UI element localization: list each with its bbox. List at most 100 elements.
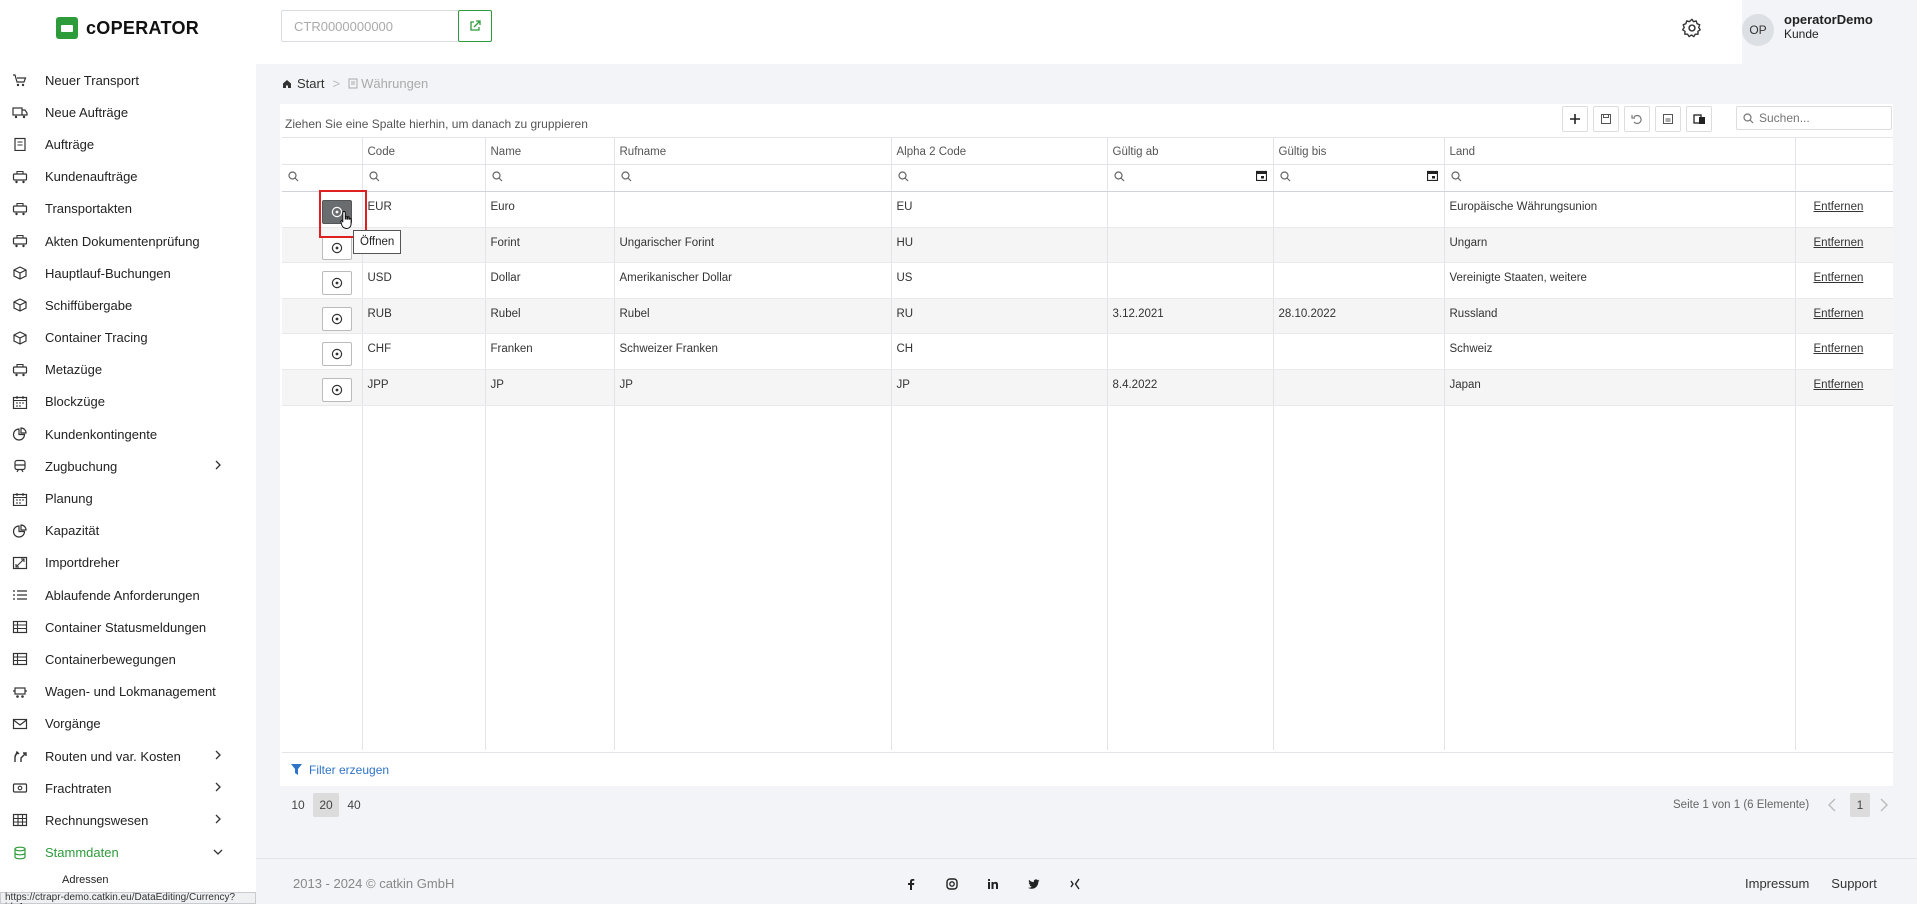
app-logo[interactable]: cOPERATOR: [56, 17, 199, 39]
cell-rufname[interactable]: Rubel: [613, 298, 891, 335]
sidebar-item-akten-dokumentenprüfung[interactable]: Akten Dokumentenprüfung: [0, 225, 256, 257]
cell-rufname[interactable]: JP: [613, 369, 891, 406]
cell-land[interactable]: Ungarn: [1443, 227, 1795, 264]
filter-builder[interactable]: Filter erzeugen: [282, 752, 1893, 786]
sidebar-item-kundenaufträge[interactable]: Kundenaufträge: [0, 161, 256, 193]
undo-button[interactable]: [1624, 106, 1650, 132]
cell-rufname[interactable]: Amerikanischer Dollar: [613, 262, 891, 299]
sidebar-item-zugbuchung[interactable]: Zugbuchung: [0, 450, 256, 482]
cell-code[interactable]: RUB: [361, 298, 485, 335]
sidebar-subitem-adressen[interactable]: Adressen: [0, 869, 256, 891]
column-header-alpha2[interactable]: Alpha 2 Code: [890, 137, 1107, 165]
settings-button[interactable]: [1681, 17, 1703, 39]
cell-land[interactable]: Japan: [1443, 369, 1795, 406]
sidebar-item-aufträge[interactable]: Aufträge: [0, 128, 256, 160]
column-header-name[interactable]: Name: [484, 137, 614, 165]
sidebar-item-rechnungswesen[interactable]: Rechnungswesen: [0, 804, 256, 836]
cell-name[interactable]: Forint: [484, 227, 614, 264]
cell-to[interactable]: [1272, 191, 1444, 228]
support-link[interactable]: Support: [1831, 876, 1877, 891]
page-size-20[interactable]: 20: [313, 793, 339, 817]
cell-land[interactable]: Europäische Währungsunion: [1443, 191, 1795, 228]
grid-search-input[interactable]: [1759, 111, 1879, 125]
impressum-link[interactable]: Impressum: [1745, 876, 1809, 891]
cell-from[interactable]: 8.4.2022: [1106, 369, 1273, 406]
cell-name[interactable]: Rubel: [484, 298, 614, 335]
filter-cell-name[interactable]: [484, 164, 614, 192]
save-button[interactable]: [1593, 106, 1619, 132]
sidebar-item-vorgänge[interactable]: Vorgänge: [0, 708, 256, 740]
cell-name[interactable]: Dollar: [484, 262, 614, 299]
remove-link[interactable]: Entfernen: [1814, 379, 1864, 391]
sidebar-item-kapazität[interactable]: Kapazität: [0, 515, 256, 547]
column-header-rufname[interactable]: Rufname: [613, 137, 891, 165]
cell-code[interactable]: JPP: [361, 369, 485, 406]
filter-cell-alpha2[interactable]: [890, 164, 1107, 192]
sidebar-item-container-statusmeldungen[interactable]: Container Statusmeldungen: [0, 611, 256, 643]
sidebar-item-kundenkontingente[interactable]: Kundenkontingente: [0, 418, 256, 450]
cell-code[interactable]: USD: [361, 262, 485, 299]
sidebar-item-schiffübergabe[interactable]: Schiffübergabe: [0, 289, 256, 321]
cell-name[interactable]: Euro: [484, 191, 614, 228]
sidebar-item-frachtraten[interactable]: Frachtraten: [0, 772, 256, 804]
sidebar-item-transportakten[interactable]: Transportakten: [0, 193, 256, 225]
cell-alpha2[interactable]: CH: [890, 333, 1107, 370]
cell-land[interactable]: Vereinigte Staaten, weitere: [1443, 262, 1795, 299]
sidebar-item-routen-und-var-kosten[interactable]: Routen und var. Kosten: [0, 740, 256, 772]
cell-from[interactable]: [1106, 262, 1273, 299]
filter-cell-land[interactable]: [1443, 164, 1795, 192]
filter-cell-valid-from[interactable]: [1106, 164, 1273, 192]
open-row-button[interactable]: [322, 235, 352, 260]
cell-to[interactable]: [1272, 227, 1444, 264]
cell-from[interactable]: [1106, 191, 1273, 228]
cell-name[interactable]: JP: [484, 369, 614, 406]
remove-link[interactable]: Entfernen: [1814, 343, 1864, 355]
cell-rufname[interactable]: Schweizer Franken: [613, 333, 891, 370]
cell-alpha2[interactable]: RU: [890, 298, 1107, 335]
cell-rufname[interactable]: [613, 191, 891, 228]
breadcrumb-home[interactable]: Start: [282, 76, 324, 91]
sidebar-item-neue-aufträge[interactable]: Neue Aufträge: [0, 96, 256, 128]
sidebar-item-container-tracing[interactable]: Container Tracing: [0, 322, 256, 354]
column-header-valid-to[interactable]: Gültig bis: [1272, 137, 1444, 165]
page-size-40[interactable]: 40: [341, 793, 367, 817]
add-button[interactable]: [1562, 106, 1588, 132]
open-row-button[interactable]: [322, 271, 352, 296]
cell-land[interactable]: Schweiz: [1443, 333, 1795, 370]
xing-icon[interactable]: [1066, 877, 1083, 891]
export-button[interactable]: [1655, 106, 1681, 132]
user-menu[interactable]: OP operatorDemo Kunde: [1742, 0, 1917, 64]
cell-name[interactable]: Franken: [484, 333, 614, 370]
calendar-icon[interactable]: [1255, 170, 1267, 181]
linkedin-icon[interactable]: [984, 877, 1001, 891]
ctr-open-button[interactable]: [458, 10, 492, 42]
cell-to[interactable]: [1272, 262, 1444, 299]
cell-from[interactable]: 3.12.2021: [1106, 298, 1273, 335]
cell-rufname[interactable]: Ungarischer Forint: [613, 227, 891, 264]
column-chooser-button[interactable]: [1686, 106, 1712, 132]
sidebar-item-metazüge[interactable]: Metazüge: [0, 354, 256, 386]
facebook-icon[interactable]: [902, 877, 919, 891]
remove-link[interactable]: Entfernen: [1814, 237, 1864, 249]
page-size-10[interactable]: 10: [285, 793, 311, 817]
sidebar-item-planung[interactable]: Planung: [0, 482, 256, 514]
cell-land[interactable]: Russland: [1443, 298, 1795, 335]
open-row-button[interactable]: [322, 306, 352, 331]
cell-alpha2[interactable]: JP: [890, 369, 1107, 406]
group-panel-hint[interactable]: Ziehen Sie eine Spalte hierhin, um danac…: [285, 117, 588, 131]
column-header-code[interactable]: Code: [361, 137, 485, 165]
instagram-icon[interactable]: [943, 877, 960, 891]
cell-from[interactable]: [1106, 227, 1273, 264]
cell-code[interactable]: CHF: [361, 333, 485, 370]
filter-cell-rufname[interactable]: [613, 164, 891, 192]
sidebar-item-hauptlauf-buchungen[interactable]: Hauptlauf-Buchungen: [0, 257, 256, 289]
filter-cell-valid-to[interactable]: [1272, 164, 1444, 192]
page-number-current[interactable]: 1: [1850, 793, 1870, 817]
sidebar-item-ablaufende-anforderungen[interactable]: Ablaufende Anforderungen: [0, 579, 256, 611]
cell-alpha2[interactable]: HU: [890, 227, 1107, 264]
cell-to[interactable]: [1272, 333, 1444, 370]
chevron-left-icon[interactable]: [1826, 797, 1840, 813]
remove-link[interactable]: Entfernen: [1814, 308, 1864, 320]
column-header-land[interactable]: Land: [1443, 137, 1795, 165]
sidebar-item-neuer-transport[interactable]: Neuer Transport: [0, 64, 256, 96]
